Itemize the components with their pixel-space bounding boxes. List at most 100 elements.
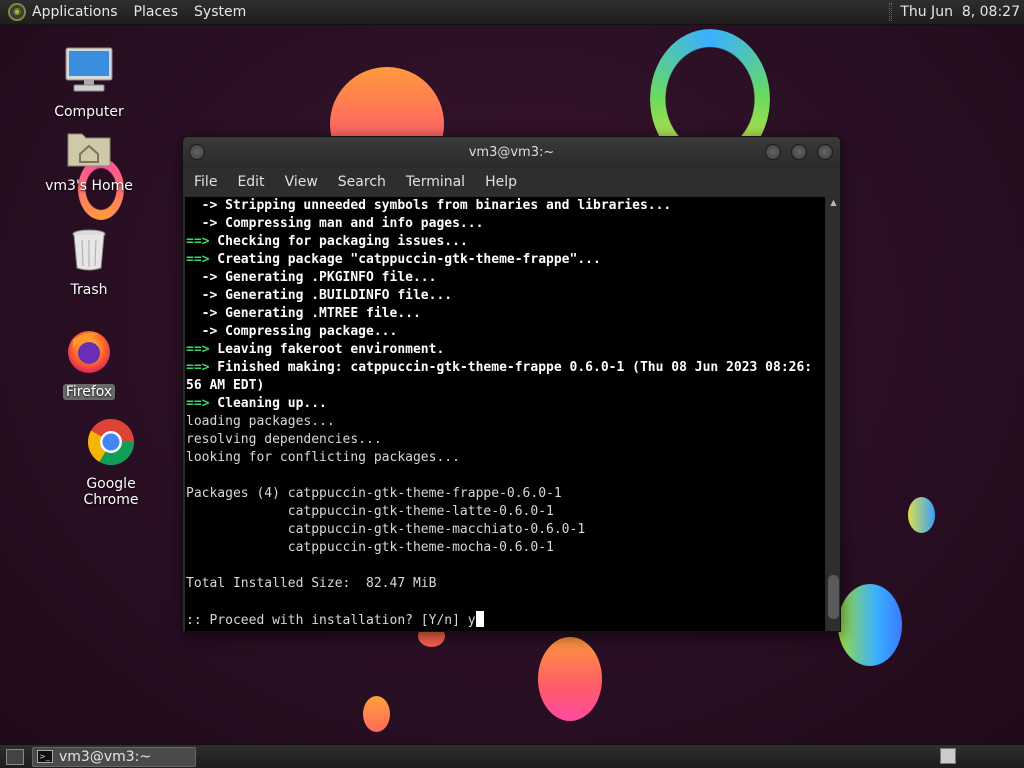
menu-file[interactable]: File [194, 174, 217, 190]
trash-icon [34, 228, 144, 276]
scrollbar-thumb[interactable] [828, 575, 839, 619]
desktop-icon-label: Firefox [62, 384, 116, 400]
desktop-icon-label: Trash [70, 282, 108, 298]
desktop-icon-chrome[interactable]: Google Chrome [56, 418, 166, 508]
top-panel: ◉ Applications Places System Thu Jun 8, … [0, 0, 1024, 25]
line-text: Leaving fakeroot environment. [209, 342, 445, 357]
terminal-line: catppuccin-gtk-theme-latte-0.6.0-1 [186, 503, 825, 521]
terminal-line: catppuccin-gtk-theme-mocha-0.6.0-1 [186, 539, 825, 557]
terminal-line: resolving dependencies... [186, 431, 825, 449]
terminal-line: -> Generating .BUILDINFO file... [186, 287, 825, 305]
line-text: Total Installed Size: 82.47 MiB [186, 576, 437, 591]
line-text: -> Stripping unneeded symbols from binar… [186, 198, 672, 213]
menu-search[interactable]: Search [338, 174, 386, 190]
show-desktop-button[interactable] [6, 748, 24, 765]
line-text: Finished making: catppuccin-gtk-theme-fr… [209, 360, 813, 375]
menu-help[interactable]: Help [485, 174, 517, 190]
taskbar-window-label: vm3@vm3:~ [59, 748, 152, 765]
wallpaper-orange-dot [363, 696, 390, 732]
terminal-scrollbar[interactable]: ▲ [827, 197, 840, 631]
computer-icon [34, 46, 144, 98]
desktop-icon-label: vm3's Home [45, 178, 133, 194]
places-menu[interactable]: Places [134, 4, 179, 20]
terminal-line: :: Proceed with installation? [Y/n] y [186, 611, 825, 629]
line-text: -> Generating .MTREE file... [186, 306, 421, 321]
terminal-line: ==> Creating package "catppuccin-gtk-the… [186, 251, 825, 269]
wallpaper-blue-blob [838, 584, 902, 666]
close-button[interactable] [817, 144, 833, 160]
menu-edit[interactable]: Edit [237, 174, 264, 190]
terminal-line: ==> Checking for packaging issues... [186, 233, 825, 251]
line-text: looking for conflicting packages... [186, 450, 460, 465]
line-text: catppuccin-gtk-theme-macchiato-0.6.0-1 [186, 522, 586, 537]
arrow-prefix: ==> [186, 234, 210, 249]
line-text: Checking for packaging issues... [209, 234, 468, 249]
panel-separator [889, 3, 893, 21]
terminal-line: loading packages... [186, 413, 825, 431]
desktop-icon-label: Computer [54, 104, 124, 120]
desktop-icon-label: Google Chrome [83, 476, 139, 508]
firefox-icon [34, 326, 144, 378]
menu-view[interactable]: View [285, 174, 318, 190]
terminal-line: 56 AM EDT) [186, 377, 825, 395]
desktop-icon-firefox[interactable]: Firefox [34, 326, 144, 400]
terminal-line: ==> Leaving fakeroot environment. [186, 341, 825, 359]
line-text: -> Generating .PKGINFO file... [186, 270, 437, 285]
line-text: Cleaning up... [209, 396, 327, 411]
maximize-button[interactable] [791, 144, 807, 160]
line-text: loading packages... [186, 414, 335, 429]
clock[interactable]: Thu Jun 8, 08:27 [900, 4, 1020, 20]
minimize-button[interactable] [765, 144, 781, 160]
desktop-icon-computer[interactable]: Computer [34, 46, 144, 120]
terminal-output[interactable]: -> Stripping unneeded symbols from binar… [185, 197, 825, 631]
line-text: catppuccin-gtk-theme-mocha-0.6.0-1 [186, 540, 554, 555]
window-title: vm3@vm3:~ [468, 145, 555, 160]
wallpaper-pink-blob [538, 637, 602, 721]
line-text: Creating package "catppuccin-gtk-theme-f… [209, 252, 601, 267]
terminal-line: Total Installed Size: 82.47 MiB [186, 575, 825, 593]
line-text: -> Compressing package... [186, 324, 398, 339]
terminal-window[interactable]: vm3@vm3:~ File Edit View Search Terminal… [182, 136, 841, 632]
chrome-icon [56, 418, 166, 470]
window-titlebar[interactable]: vm3@vm3:~ [183, 137, 840, 168]
terminal-line: catppuccin-gtk-theme-macchiato-0.6.0-1 [186, 521, 825, 539]
line-text: 56 AM EDT) [186, 378, 265, 393]
arrow-prefix: ==> [186, 252, 210, 267]
terminal-line: ==> Finished making: catppuccin-gtk-them… [186, 359, 825, 377]
home-folder-icon [34, 128, 144, 172]
terminal-line: -> Compressing man and info pages... [186, 215, 825, 233]
terminal-line: -> Generating .PKGINFO file... [186, 269, 825, 287]
terminal-line: -> Compressing package... [186, 323, 825, 341]
terminal-menubar: File Edit View Search Terminal Help [183, 168, 840, 196]
line-text: resolving dependencies... [186, 432, 382, 447]
line-text: catppuccin-gtk-theme-latte-0.6.0-1 [186, 504, 554, 519]
desktop-icon-home[interactable]: vm3's Home [34, 128, 144, 194]
terminal-line: -> Stripping unneeded symbols from binar… [186, 197, 825, 215]
line-text: Packages (4) catppuccin-gtk-theme-frappe… [186, 486, 562, 501]
workspace-switcher[interactable] [940, 748, 956, 764]
line-text: :: Proceed with installation? [Y/n] y [186, 613, 476, 628]
menu-terminal[interactable]: Terminal [406, 174, 465, 190]
terminal-line: ==> Cleaning up... [186, 395, 825, 413]
desktop-icon-trash[interactable]: Trash [34, 228, 144, 298]
terminal-icon: >_ [37, 750, 53, 763]
arrow-prefix: ==> [186, 396, 210, 411]
scroll-up-arrow-icon[interactable]: ▲ [827, 197, 840, 209]
wallpaper-blue-blob-small [908, 497, 935, 533]
text-cursor [475, 611, 484, 627]
arrow-prefix: ==> [186, 342, 210, 357]
arrow-prefix: ==> [186, 360, 210, 375]
distro-logo-icon[interactable]: ◉ [8, 3, 26, 21]
terminal-line: -> Generating .MTREE file... [186, 305, 825, 323]
line-text: -> Generating .BUILDINFO file... [186, 288, 453, 303]
system-menu[interactable]: System [194, 4, 246, 20]
terminal-line: Packages (4) catppuccin-gtk-theme-frappe… [186, 485, 825, 503]
applications-menu[interactable]: Applications [32, 4, 118, 20]
line-text: -> Compressing man and info pages... [186, 216, 484, 231]
bottom-panel: >_ vm3@vm3:~ [0, 744, 1024, 768]
taskbar-window-button[interactable]: >_ vm3@vm3:~ [32, 746, 196, 767]
terminal-line: looking for conflicting packages... [186, 449, 825, 467]
